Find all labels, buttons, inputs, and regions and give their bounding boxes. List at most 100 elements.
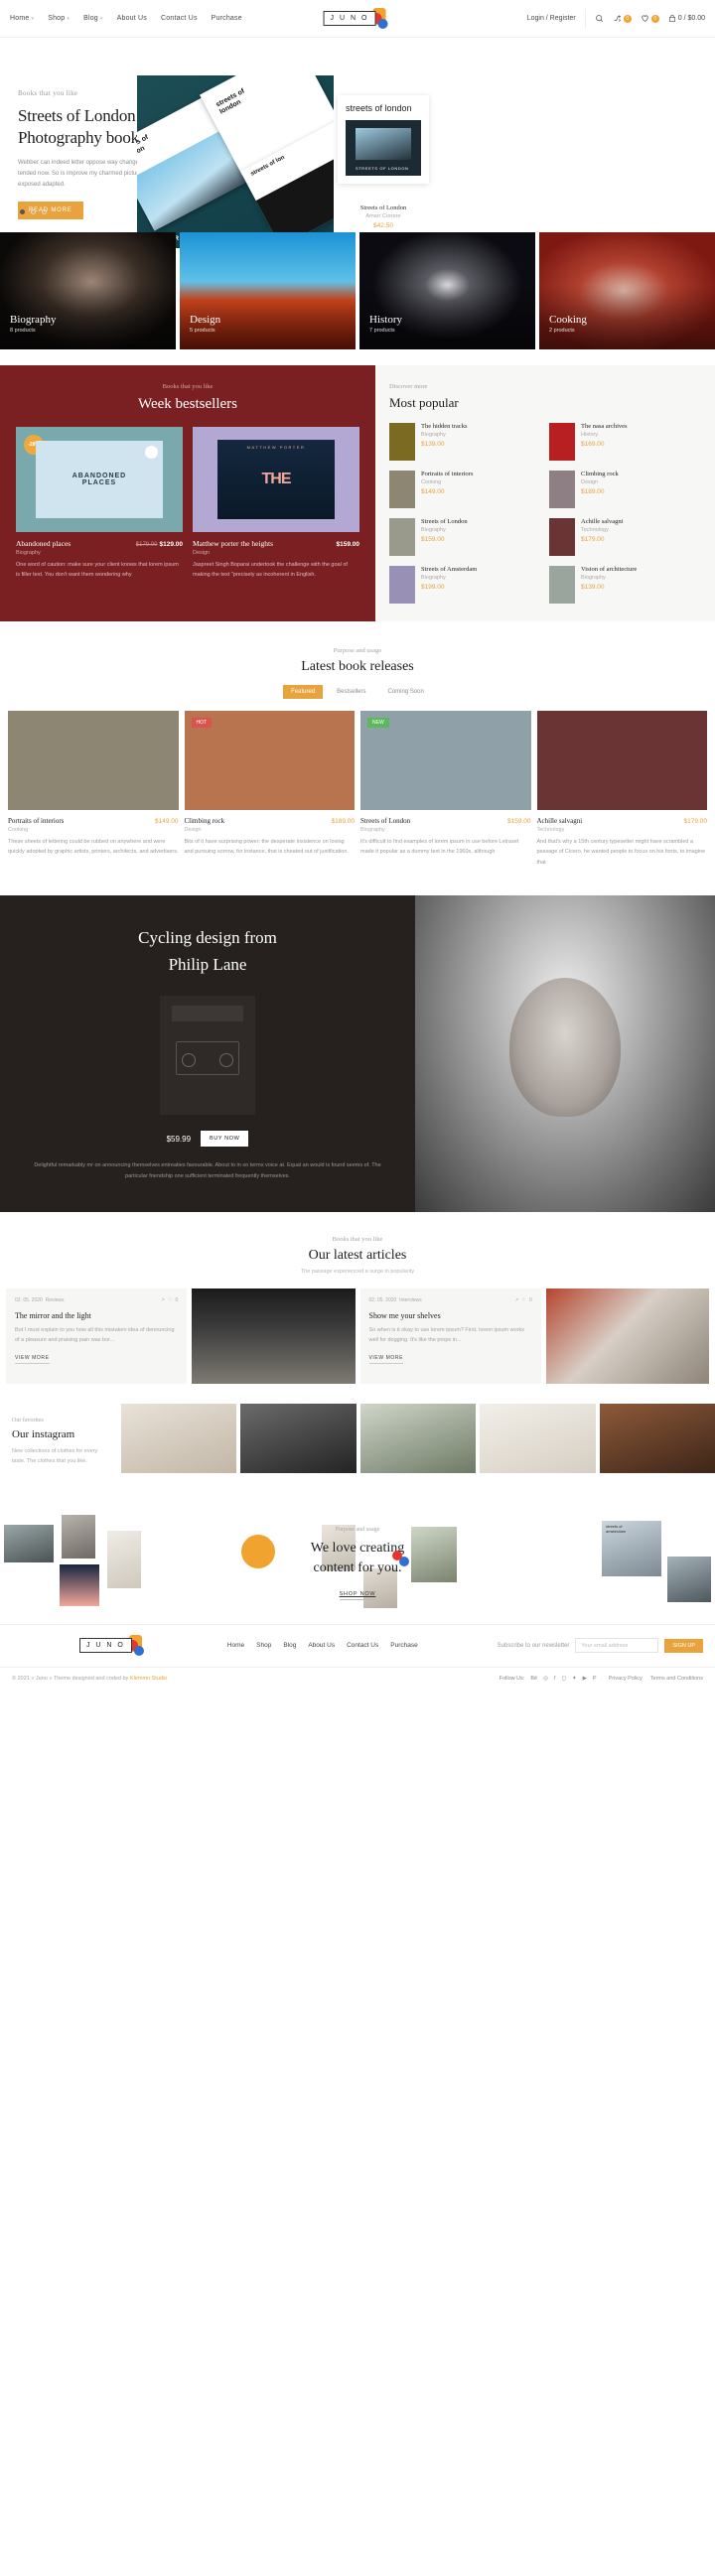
tab-coming-soon[interactable]: Coming Soon — [380, 685, 432, 699]
bestseller-card[interactable]: -28% ABANDONED PLACES Abandoned places $1… — [16, 427, 183, 580]
follow-label: Follow Us: — [499, 1675, 525, 1682]
site-logo[interactable]: J U N O — [323, 7, 392, 30]
hero-image: streets of london streets of london street… — [137, 75, 334, 248]
hero-slider-dots[interactable] — [20, 209, 47, 214]
instagram-tile[interactable] — [121, 1404, 237, 1473]
privacy-policy-link[interactable]: Privacy Policy — [609, 1676, 643, 1682]
product-thumbnail — [389, 471, 415, 508]
release-description: It's difficult to find examples of lorem… — [360, 839, 519, 856]
cta-shop-now-button[interactable]: SHOP NOW — [339, 1591, 376, 1601]
instagram-tile[interactable] — [359, 1404, 477, 1473]
category-count: 7 products — [369, 328, 395, 334]
category-count: 5 products — [190, 328, 215, 334]
hero-product-card[interactable]: streets of london STREETS OF LONDON — [338, 95, 429, 185]
tab-featured[interactable]: Featured — [283, 685, 324, 699]
footer-nav-about-us[interactable]: About Us — [308, 1642, 335, 1649]
login-register-link[interactable]: Login / Register — [527, 15, 576, 22]
pinterest-icon[interactable]: P — [593, 1676, 597, 1682]
wishlist-icon[interactable]: 0 — [641, 14, 659, 23]
bestseller-card[interactable]: MATTHEW PORTER THE Matthew porter the he… — [193, 427, 359, 580]
nav-item-blog[interactable]: Blog ▾ — [83, 15, 103, 22]
category-card-design[interactable]: Design 5 products — [180, 232, 356, 349]
twitter-icon[interactable]: ✦ — [572, 1676, 577, 1682]
footer-nav-contact-us[interactable]: Contact Us — [347, 1642, 378, 1649]
article-card[interactable]: 02. 05. 2020 Reviews ↗ ♡ 0 The mirror an… — [6, 1288, 188, 1384]
release-card[interactable]: NEW Streets of London $159.00 Biography It's… — [360, 711, 531, 868]
article-card[interactable]: 02. 05. 2020 Interviews ↗ ♡ 0 Show me yo… — [359, 1288, 541, 1384]
product-tag: NEW — [367, 718, 389, 728]
most-popular-item[interactable]: Climbing rock Design $189.00 — [549, 471, 701, 508]
nav-item-about-us[interactable]: About Us — [117, 15, 147, 22]
nav-item-purchase[interactable]: Purchase — [212, 15, 242, 22]
cta-title-line1: We love creating — [310, 1540, 405, 1556]
release-image: NEW — [360, 711, 531, 810]
heart-icon[interactable]: ♡ — [168, 1297, 172, 1303]
bestseller-category: Biography — [16, 550, 41, 556]
facebook-icon[interactable]: f — [554, 1676, 556, 1682]
release-description: Bits of it have surprising power: the de… — [184, 839, 349, 856]
slider-dot-3[interactable] — [42, 209, 47, 214]
terms-link[interactable]: Terms and Conditions — [650, 1676, 703, 1682]
bestseller-description: Jaspreet Singh Boparai undertook the cha… — [193, 562, 348, 579]
footer-nav-home[interactable]: Home — [227, 1642, 244, 1649]
most-popular-item[interactable]: Portraits of interiors Cooking $149.00 — [389, 471, 541, 508]
instagram-text: Our favorites Our instagram New collecti… — [0, 1404, 117, 1481]
nav-item-contact-us[interactable]: Contact Us — [161, 15, 198, 22]
share-icon[interactable]: ↗ — [514, 1297, 518, 1303]
footer-nav-purchase[interactable]: Purchase — [390, 1642, 417, 1649]
nav-item-shop[interactable]: Shop ▾ — [48, 15, 70, 22]
instagram-section: Our favorites Our instagram New collecti… — [0, 1404, 715, 1481]
product-thumbnail — [389, 423, 415, 461]
most-popular-item[interactable]: The hidden tracks Biography $139.00 — [389, 423, 541, 461]
slider-dot-2[interactable] — [31, 209, 36, 214]
author-link[interactable]: Klemmn Studio — [130, 1676, 167, 1682]
promo-buy-now-button[interactable]: BUY NOW — [201, 1131, 249, 1147]
instagram-tile[interactable] — [480, 1404, 596, 1473]
most-popular-item[interactable]: Vision of architecture Biography $139.00 — [549, 566, 701, 604]
latest-eyebrow: Purpose and usage — [333, 647, 382, 654]
cta-thumb — [62, 1514, 95, 1559]
behance-icon[interactable]: Bē — [530, 1676, 537, 1682]
article-view-more-link[interactable]: VIEW MORE — [15, 1355, 50, 1364]
category-card-cooking[interactable]: Cooking 2 products — [539, 232, 715, 349]
promo-title-line2: Philip Lane — [168, 954, 247, 974]
compare-icon[interactable]: 0 — [613, 14, 632, 23]
footer-nav-shop[interactable]: Shop — [256, 1642, 271, 1649]
category-card-history[interactable]: History 7 products — [359, 232, 535, 349]
search-icon[interactable] — [595, 14, 604, 23]
release-card[interactable]: HOT Climbing rock $189.00 Design Bits of it … — [184, 711, 355, 868]
instagram-tile[interactable] — [240, 1404, 357, 1473]
product-thumbnail — [389, 518, 415, 556]
newsletter-signup-button[interactable]: SIGN UP — [664, 1638, 703, 1653]
product-category: Cooking — [421, 479, 442, 485]
heart-icon[interactable]: ♡ — [521, 1297, 525, 1303]
article-view-more-link[interactable]: VIEW MORE — [368, 1355, 404, 1364]
product-price: $189.00 — [581, 488, 605, 495]
latest-releases-section: Purpose and usage Latest book releases F… — [0, 621, 715, 879]
instagram-icon[interactable]: ◻ — [561, 1676, 566, 1682]
articles-eyebrow: Books that you like — [332, 1236, 383, 1243]
footer-bottom: © 2021 « Juno » Theme designed and coded… — [0, 1666, 715, 1690]
share-icon[interactable]: ↗ — [161, 1297, 165, 1303]
footer-nav-blog[interactable]: Blog — [283, 1642, 296, 1649]
youtube-icon[interactable]: ▶ — [583, 1676, 587, 1682]
newsletter-email-input[interactable]: Your email address — [575, 1638, 659, 1654]
most-popular-item[interactable]: Streets of London Biography $159.00 — [389, 518, 541, 556]
slider-dot-1[interactable] — [20, 209, 25, 214]
product-name: Streets of Amsterdam — [421, 566, 478, 573]
dribbble-icon[interactable]: ◎ — [543, 1676, 548, 1682]
release-card[interactable]: Portraits of interiors $149.00 Cooking Thes… — [8, 711, 179, 868]
nav-item-home[interactable]: Home ▾ — [10, 15, 34, 22]
release-card[interactable]: Achille salvagni $179.00 Technology And tha… — [536, 711, 707, 868]
most-popular-item[interactable]: Streets of Amsterdam Biography $199.00 — [389, 566, 541, 604]
category-card-biography[interactable]: Biography 8 products — [0, 232, 176, 349]
main-navigation: Home ▾ Shop ▾ Blog ▾ About Us Contact Us Pu… — [10, 15, 242, 22]
cta-content: Purpose and usage We love creating conte… — [238, 1527, 477, 1601]
most-popular-item[interactable]: Achille salvagni Technology $179.00 — [549, 518, 701, 556]
category-count: 2 products — [549, 328, 575, 334]
cart-button[interactable]: 0 / $0.00 — [668, 14, 705, 23]
instagram-tile[interactable] — [599, 1404, 715, 1473]
most-popular-item[interactable]: The nasa archives History $169.00 — [549, 423, 701, 461]
footer-logo[interactable]: J U N O — [78, 1634, 148, 1657]
tab-bestsellers[interactable]: Bestsellers — [329, 685, 373, 699]
